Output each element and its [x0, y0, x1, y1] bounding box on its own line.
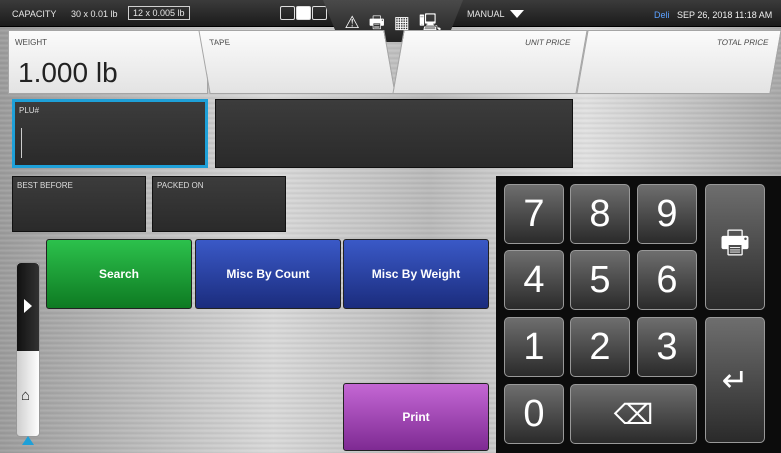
range-box-3	[312, 6, 327, 20]
home-icon[interactable]: ⌂	[21, 387, 30, 404]
grid-icon[interactable]: ▦	[394, 14, 410, 31]
key-2[interactable]: 2	[570, 317, 630, 377]
misc-by-weight-button[interactable]: Misc By Weight	[343, 239, 489, 309]
mode-label: MANUAL	[467, 9, 505, 19]
network-icon[interactable]: 🖳	[419, 14, 442, 31]
range-toggle[interactable]	[280, 6, 327, 20]
unit-price-field: UNIT PRICE	[392, 30, 588, 94]
chevron-right-icon	[24, 299, 32, 313]
key-1[interactable]: 1	[504, 317, 564, 377]
unit-price-label: UNIT PRICE	[524, 38, 572, 47]
datetime-label: SEP 26, 2018 11:18 AM	[677, 10, 773, 20]
key-3[interactable]: 3	[637, 317, 697, 377]
printer-icon[interactable]: 🖶	[369, 14, 385, 31]
item-description-box	[215, 99, 573, 168]
department-label: Deli	[654, 10, 670, 20]
total-price-field: TOTAL PRICE	[576, 30, 781, 94]
enter-button[interactable]: ↵	[705, 317, 765, 443]
plu-label: PLU#	[19, 106, 40, 115]
print-button[interactable]: Print	[343, 383, 489, 451]
weight-label: WEIGHT	[15, 38, 47, 47]
enter-icon: ↵	[721, 362, 749, 398]
keypad-print-button[interactable]: 🖶	[705, 184, 765, 310]
best-before-label: BEST BEFORE	[17, 181, 73, 190]
drawer-indicator-icon	[22, 436, 34, 445]
key-0[interactable]: 0	[504, 384, 564, 444]
text-caret	[21, 128, 22, 158]
weight-value: 1.000 lb	[18, 57, 118, 88]
range-box-2	[296, 6, 311, 20]
backspace-button[interactable]: ⌫	[570, 384, 697, 444]
key-9[interactable]: 9	[637, 184, 697, 244]
scale-screen: CAPACITY 30 x 0.01 lb 12 x 0.005 lb MANU…	[0, 0, 781, 453]
range-box-1	[280, 6, 295, 20]
key-5[interactable]: 5	[570, 250, 630, 310]
mode-dropdown-icon[interactable]	[510, 10, 524, 18]
key-7[interactable]: 7	[504, 184, 564, 244]
capacity-label: CAPACITY	[12, 9, 57, 19]
plu-input[interactable]: PLU#	[12, 99, 208, 168]
capacity-value: 30 x 0.01 lb	[71, 9, 118, 19]
key-8[interactable]: 8	[570, 184, 630, 244]
backspace-icon: ⌫	[613, 398, 654, 430]
numeric-keypad: 7 8 9 🖶 4 5 6 1 2 3 ↵ 0 ⌫	[496, 176, 781, 453]
tape-field: TAPE	[198, 30, 396, 94]
search-button[interactable]: Search	[46, 239, 192, 309]
packed-on-label: PACKED ON	[157, 181, 204, 190]
capacity-value-secondary: 12 x 0.005 lb	[128, 6, 190, 20]
warning-icon[interactable]: ⚠	[344, 14, 359, 31]
side-drawer-tab[interactable]: ⌂	[16, 262, 40, 437]
key-6[interactable]: 6	[637, 250, 697, 310]
weight-field: WEIGHT 1.000 lb	[8, 30, 208, 94]
misc-by-count-button[interactable]: Misc By Count	[195, 239, 341, 309]
tape-label: TAPE	[208, 38, 231, 47]
drawer-toggle[interactable]	[17, 263, 39, 351]
best-before-field[interactable]: BEST BEFORE	[12, 176, 146, 232]
key-4[interactable]: 4	[504, 250, 564, 310]
total-price-label: TOTAL PRICE	[716, 38, 770, 47]
printer-icon: 🖶	[719, 224, 751, 260]
packed-on-field[interactable]: PACKED ON	[152, 176, 286, 232]
